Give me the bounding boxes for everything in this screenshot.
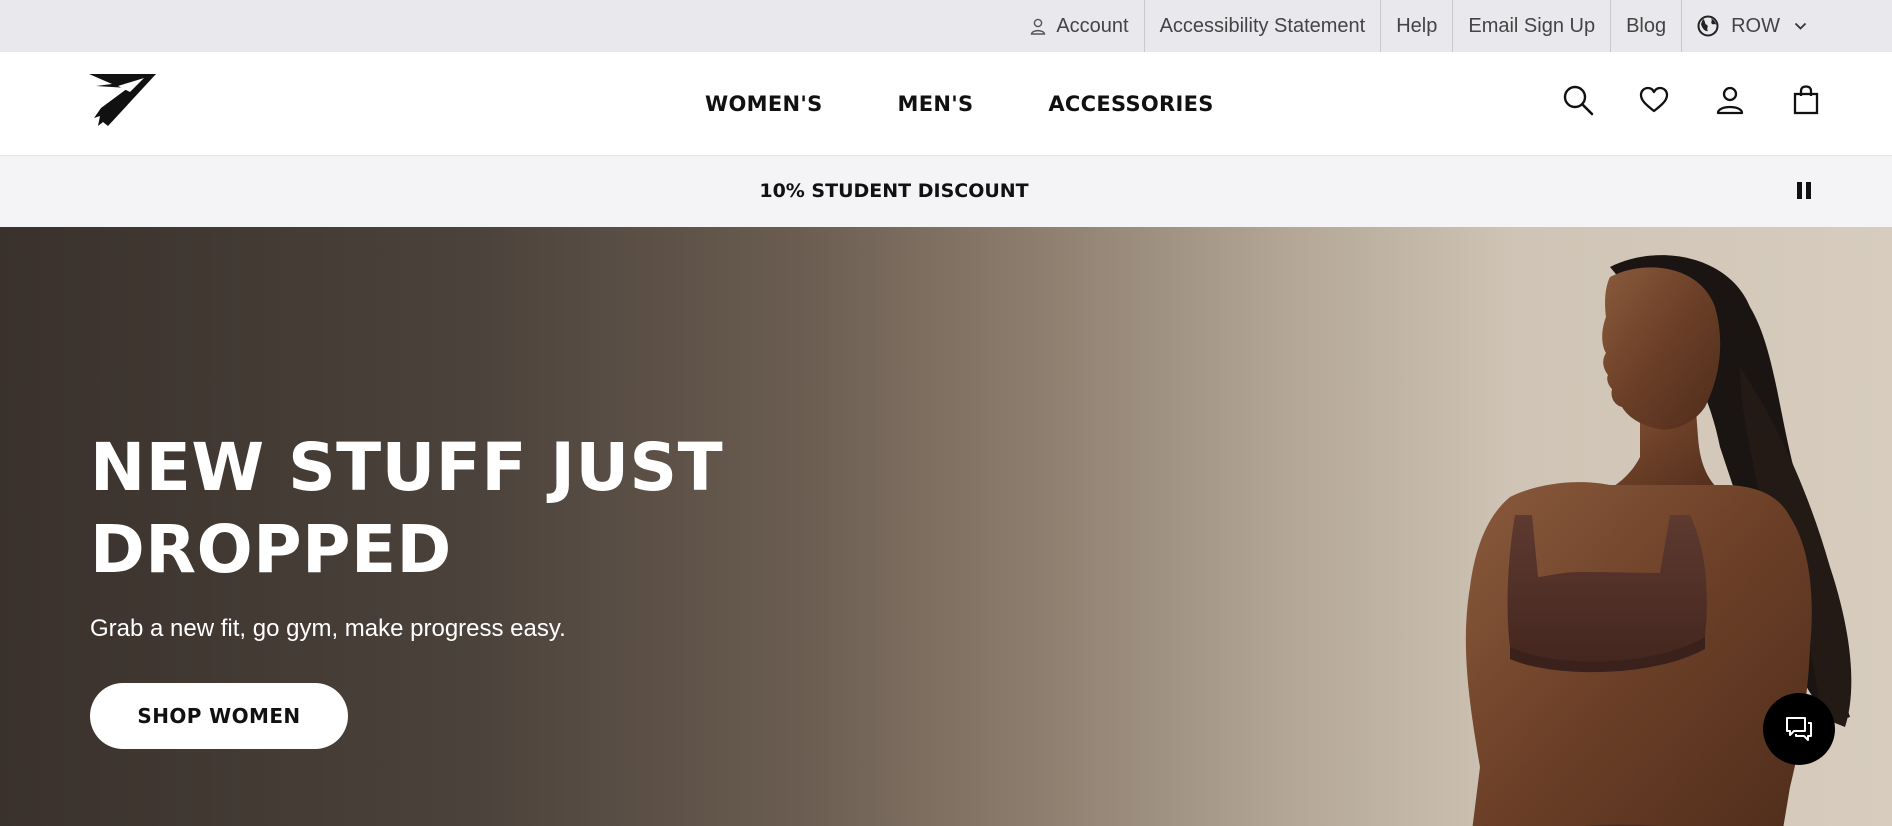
chat-icon	[1786, 717, 1812, 741]
utility-bar: Account Accessibility Statement Help Ema…	[0, 0, 1892, 52]
shark-logo-icon[interactable]	[88, 72, 158, 130]
promo-text-wrapper: 10% STUDENT DISCOUNT	[0, 156, 1892, 227]
help-link[interactable]: Help	[1380, 0, 1452, 52]
nav-mens[interactable]: MEN'S	[898, 92, 974, 116]
hero-banner: NEW STUFF JUST DROPPED Grab a new fit, g…	[0, 227, 1892, 826]
blog-label: Blog	[1626, 14, 1667, 37]
person-icon	[1031, 18, 1046, 35]
header-icons	[1560, 82, 1824, 118]
email-signup-label: Email Sign Up	[1468, 14, 1596, 37]
nav-womens[interactable]: WOMEN'S	[705, 92, 823, 116]
bag-icon[interactable]	[1788, 82, 1824, 118]
account-link[interactable]: Account	[1015, 0, 1143, 52]
accessibility-statement-link[interactable]: Accessibility Statement	[1143, 0, 1381, 52]
pause-icon[interactable]	[1794, 182, 1814, 202]
account-icon[interactable]	[1712, 82, 1748, 118]
utility-links: Account Accessibility Statement Help Ema…	[1015, 0, 1822, 52]
shop-women-button[interactable]: SHOP WOMEN	[90, 683, 348, 749]
help-label: Help	[1396, 14, 1438, 37]
search-icon[interactable]	[1560, 82, 1596, 118]
email-signup-link[interactable]: Email Sign Up	[1452, 0, 1610, 52]
hero-headline: NEW STUFF JUST DROPPED	[90, 429, 724, 588]
accessibility-statement-label: Accessibility Statement	[1159, 14, 1366, 37]
region-label: ROW	[1731, 14, 1780, 37]
globe-icon	[1697, 15, 1719, 37]
nav-accessories[interactable]: ACCESSORIES	[1048, 92, 1213, 116]
blog-link[interactable]: Blog	[1610, 0, 1681, 52]
main-header: WOMEN'S MEN'S ACCESSORIES	[0, 52, 1892, 156]
promo-bar: 10% STUDENT DISCOUNT	[0, 156, 1892, 227]
hero-subtext: Grab a new fit, go gym, make progress ea…	[90, 615, 566, 642]
chevron-down-icon	[1794, 22, 1807, 30]
heart-icon[interactable]	[1636, 82, 1672, 118]
promo-text[interactable]: 10% STUDENT DISCOUNT	[759, 180, 1028, 202]
main-nav: WOMEN'S MEN'S ACCESSORIES	[705, 52, 1214, 156]
region-selector[interactable]: ROW	[1681, 0, 1822, 52]
chat-button[interactable]	[1763, 693, 1835, 765]
account-link-label: Account	[1056, 14, 1129, 37]
